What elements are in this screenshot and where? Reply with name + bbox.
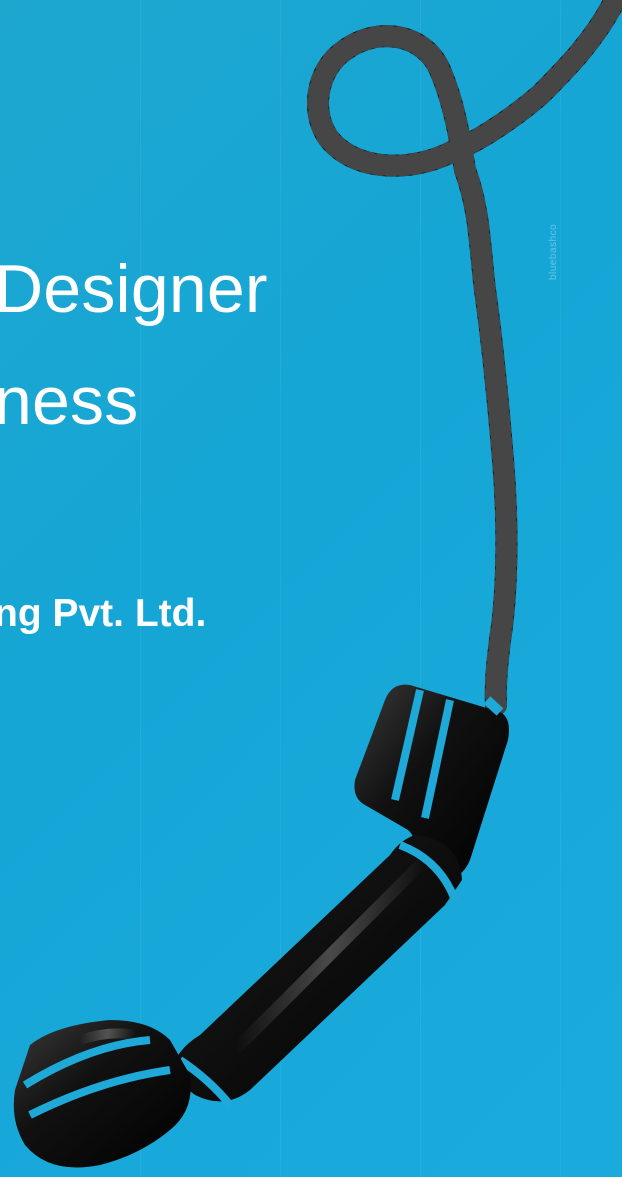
cord: [307, 0, 622, 716]
mouthpiece: [13, 1020, 191, 1168]
telephone-receiver-icon: [13, 0, 622, 1168]
handle: [170, 835, 462, 1108]
